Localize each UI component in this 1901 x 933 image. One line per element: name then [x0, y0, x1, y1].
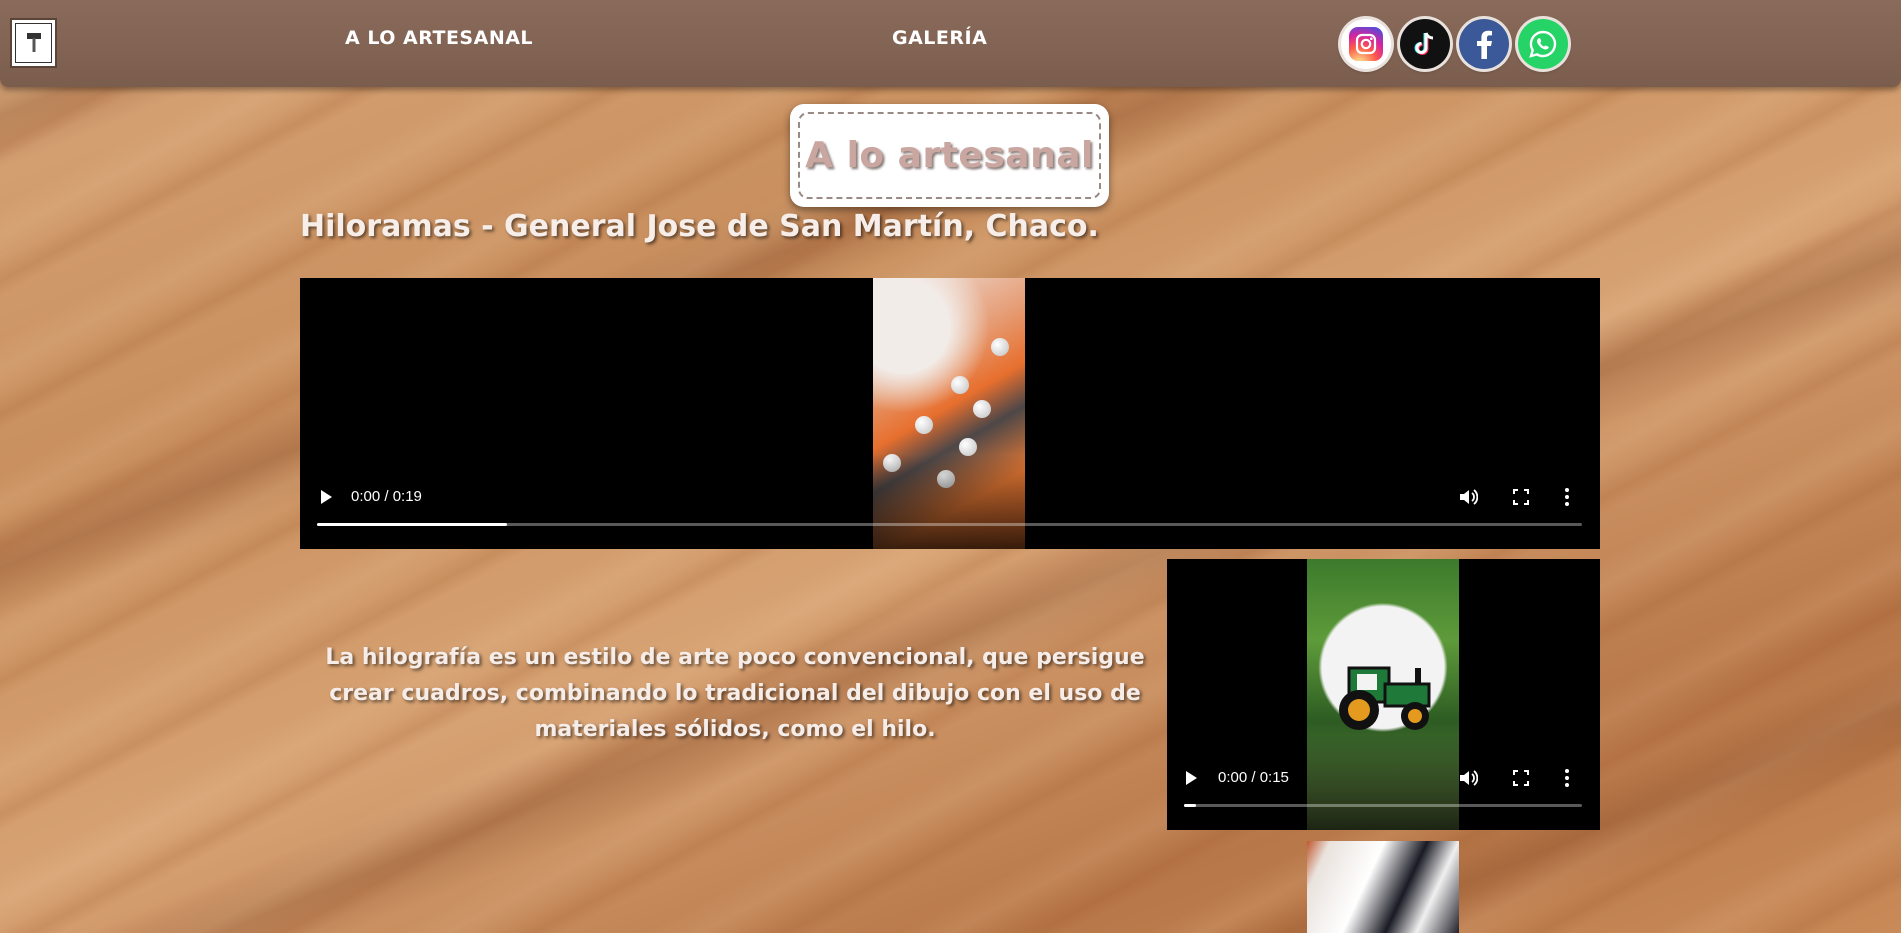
site-title: A lo artesanal — [805, 135, 1094, 176]
video-time: 0:00 / 0:19 — [351, 488, 422, 505]
tiktok-link[interactable] — [1400, 19, 1450, 69]
video-player-main[interactable]: 0:00 / 0:19 — [300, 278, 1600, 549]
fullscreen-icon[interactable] — [1513, 489, 1529, 505]
video-progress-bar[interactable] — [317, 523, 1582, 526]
title-card-border: A lo artesanal — [798, 112, 1101, 199]
hammer-icon — [26, 33, 41, 52]
volume-icon[interactable] — [1458, 487, 1478, 507]
whatsapp-icon — [1529, 30, 1557, 58]
tractor-artwork — [1339, 666, 1431, 730]
pin-shape — [973, 400, 991, 418]
video-player-secondary[interactable]: 0:00 / 0:15 — [1167, 559, 1600, 830]
play-icon[interactable] — [1182, 769, 1200, 787]
section-description: La hilografía es un estilo de arte poco … — [325, 645, 1145, 742]
video-progress-bar[interactable] — [1184, 804, 1582, 807]
video-progress-fill — [1184, 804, 1196, 807]
pin-shape — [915, 416, 933, 434]
instagram-link[interactable] — [1341, 19, 1391, 69]
fullscreen-icon[interactable] — [1513, 770, 1529, 786]
more-options-icon[interactable] — [1564, 768, 1570, 788]
volume-icon[interactable] — [1458, 768, 1478, 788]
logo-mark — [15, 23, 52, 63]
video-progress-fill — [317, 523, 507, 526]
section-heading: Hiloramas - General Jose de San Martín, … — [300, 209, 1099, 244]
video-player-third[interactable] — [1307, 841, 1459, 933]
nav-link-home[interactable]: A LO ARTESANAL — [345, 27, 533, 49]
facebook-link[interactable] — [1459, 19, 1509, 69]
site-logo[interactable] — [10, 18, 57, 68]
site-title-card: A lo artesanal — [790, 104, 1109, 207]
facebook-icon — [1477, 30, 1492, 59]
video-controls-overlay — [300, 454, 1600, 549]
tiktok-icon — [1414, 32, 1434, 55]
whatsapp-link[interactable] — [1518, 19, 1568, 69]
pin-shape — [991, 338, 1009, 356]
top-navbar: A LO ARTESANAL GALERÍA — [0, 0, 1901, 87]
nav-link-gallery[interactable]: GALERÍA — [892, 27, 987, 49]
more-options-icon[interactable] — [1564, 487, 1570, 507]
pin-shape — [951, 376, 969, 394]
instagram-icon — [1349, 27, 1383, 61]
video-time: 0:00 / 0:15 — [1218, 769, 1289, 786]
play-icon[interactable] — [317, 488, 335, 506]
